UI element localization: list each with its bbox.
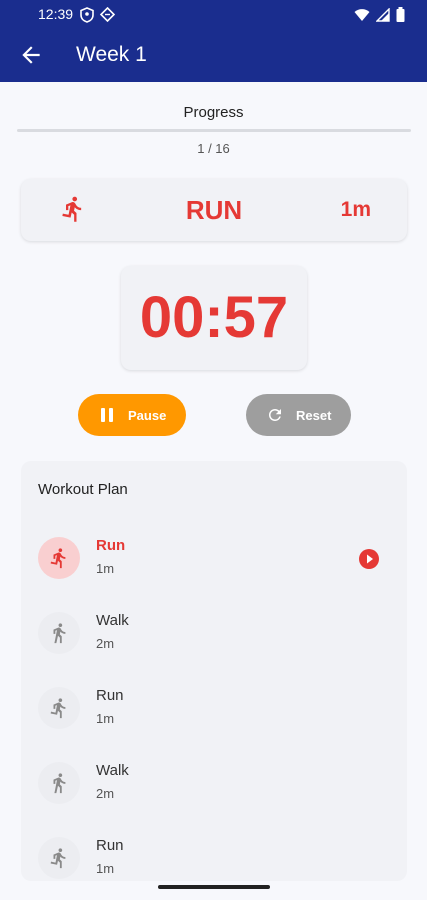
- walking-icon: [53, 623, 66, 644]
- reset-button-label: Reset: [296, 407, 332, 423]
- plan-item-run[interactable]: Run 1m: [21, 677, 407, 737]
- reset-button[interactable]: Reset: [246, 394, 351, 436]
- progress-count: 1 / 16: [197, 141, 230, 156]
- status-bar: 12:39: [0, 0, 427, 30]
- running-icon: [50, 548, 66, 569]
- timer-display: 00:57: [139, 285, 289, 350]
- pause-button-label: Pause: [128, 407, 167, 423]
- running-icon: [50, 698, 66, 719]
- workout-plan-title: Workout Plan: [38, 481, 128, 498]
- pause-icon: [98, 406, 116, 424]
- home-indicator[interactable]: [158, 885, 270, 889]
- walking-icon: [53, 773, 66, 794]
- timer-card: 00:57: [121, 266, 307, 370]
- workout-plan-card: Workout Plan Run 1m Walk 2m Run 1m Walk …: [21, 461, 407, 881]
- plan-item-icon-bg: [38, 612, 80, 654]
- plan-item-icon-bg: [38, 837, 80, 879]
- arrow-back-icon: [22, 46, 40, 64]
- running-icon: [50, 848, 66, 869]
- page-title: Week 1: [76, 43, 147, 66]
- signal-icon: [375, 6, 390, 27]
- diamond-icon: [99, 6, 116, 28]
- plan-item-name: Run: [96, 837, 124, 854]
- plan-item-name: Walk: [96, 762, 129, 779]
- plan-item-icon-bg: [38, 687, 80, 729]
- plan-item-run[interactable]: Run 1m: [21, 527, 407, 587]
- status-time: 12:39: [38, 6, 74, 22]
- plan-item-name: Run: [96, 537, 126, 554]
- plan-item-duration: 1m: [96, 711, 115, 726]
- battery-icon: [396, 7, 405, 27]
- refresh-icon: [266, 406, 284, 424]
- pause-button[interactable]: Pause: [78, 394, 186, 436]
- plan-item-run[interactable]: Run 1m: [21, 827, 407, 881]
- plan-item-duration: 2m: [96, 636, 115, 651]
- plan-item-walk[interactable]: Walk 2m: [21, 752, 407, 812]
- shield-icon: [80, 7, 94, 28]
- plan-item-duration: 1m: [96, 861, 115, 876]
- app-bar: Week 1: [0, 30, 427, 82]
- plan-item-icon-bg: [38, 762, 80, 804]
- plan-item-name: Walk: [96, 612, 129, 629]
- plan-item-duration: 1m: [96, 561, 115, 576]
- current-activity-duration: 1m: [340, 198, 371, 221]
- progress-label: Progress: [183, 104, 244, 121]
- play-circle-icon: [359, 549, 379, 569]
- plan-item-duration: 2m: [96, 786, 115, 801]
- wifi-icon: [354, 8, 370, 27]
- plan-item-name: Run: [96, 687, 124, 704]
- current-activity-card: RUN 1m: [21, 179, 407, 241]
- back-button[interactable]: [18, 42, 44, 68]
- plan-item-walk[interactable]: Walk 2m: [21, 602, 407, 662]
- plan-item-icon-bg: [38, 537, 80, 579]
- progress-bar: [17, 129, 411, 132]
